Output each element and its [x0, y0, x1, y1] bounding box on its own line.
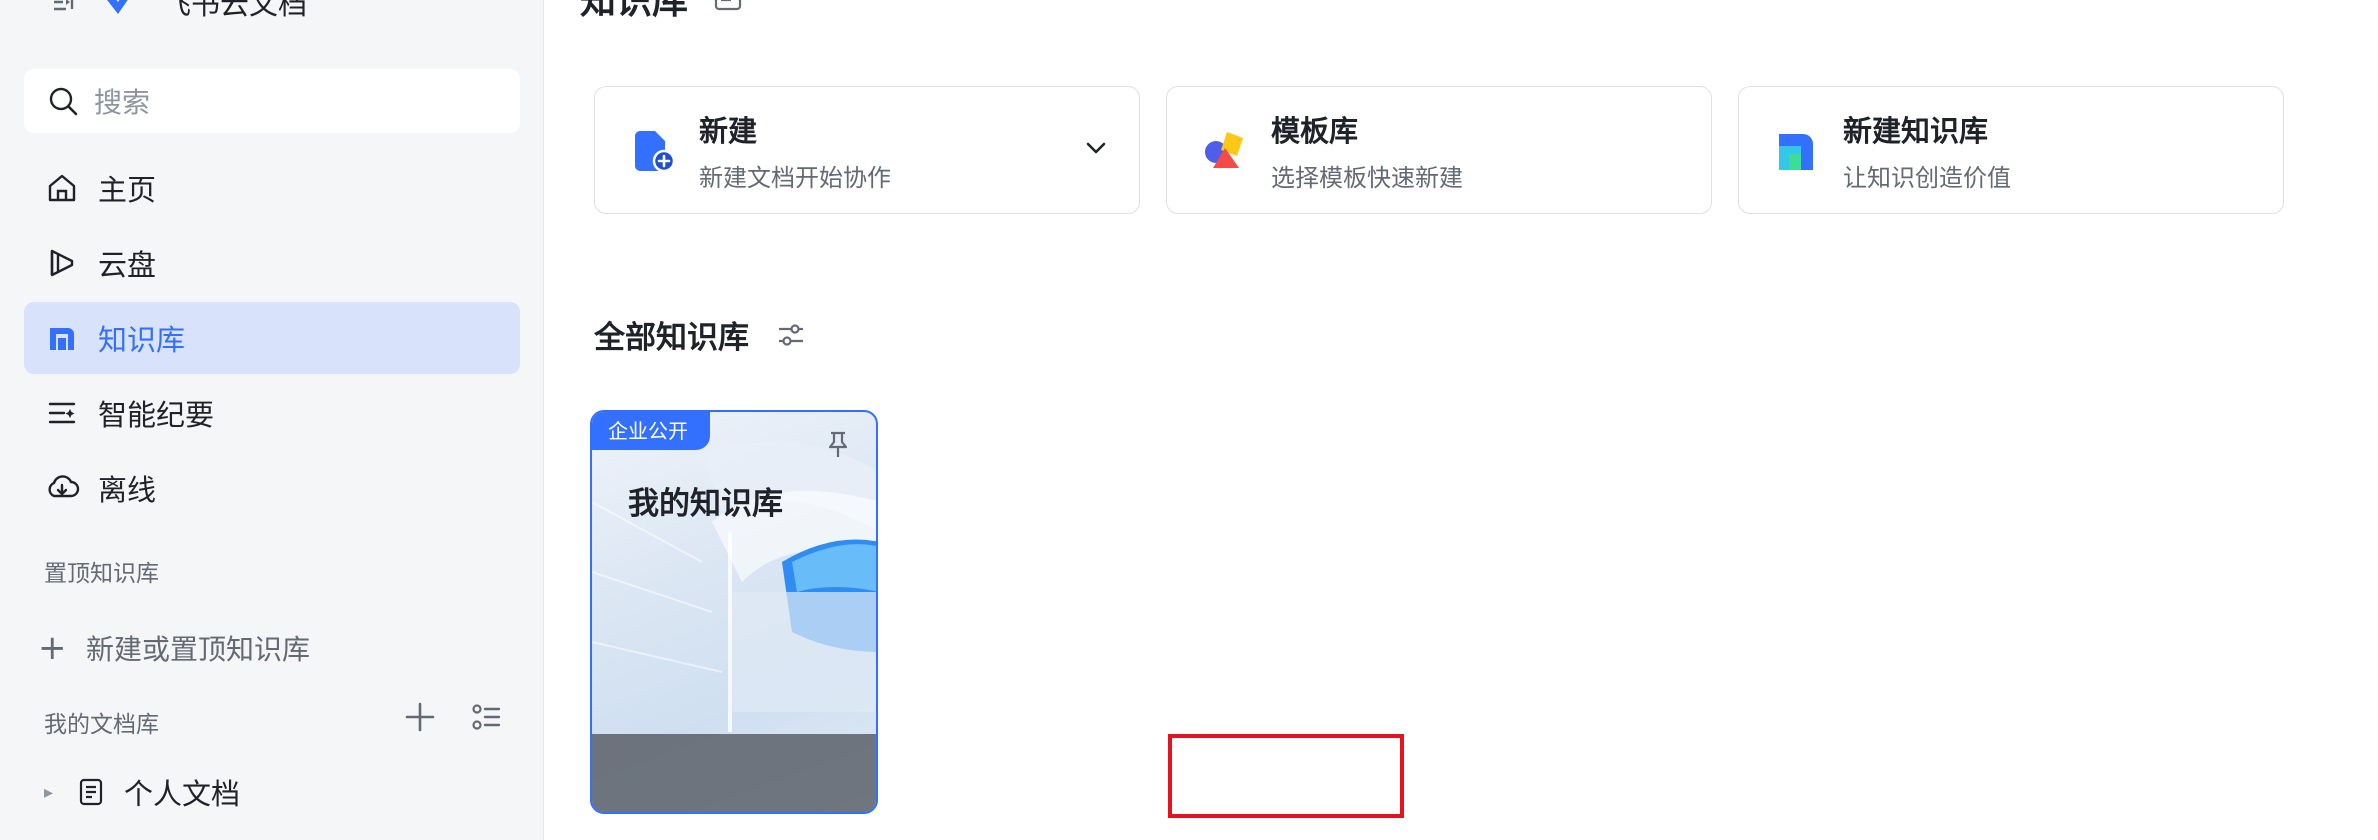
- pinned-section-title: 置顶知识库: [44, 561, 159, 587]
- card-text: 新建知识库 让知识创造价值: [1843, 108, 2011, 193]
- collapse-sidebar-icon[interactable]: [50, 0, 78, 16]
- page-title: 知识库: [580, 0, 744, 24]
- card-subtitle: 新建文档开始协作: [699, 163, 891, 192]
- smart-notes-icon: [48, 402, 76, 424]
- tree-item-personal-docs[interactable]: ▸ 个人文档: [44, 768, 240, 816]
- sidebar-item-knowledge-base[interactable]: 知识库: [24, 302, 520, 374]
- card-text: 模板库 选择模板快速新建: [1271, 108, 1463, 193]
- new-doc-card[interactable]: 新建 新建文档开始协作: [594, 86, 1140, 214]
- app-name: 飞书云文档: [162, 0, 308, 21]
- template-library-card[interactable]: 模板库 选择模板快速新建: [1166, 86, 1712, 214]
- app-logo-icon: [107, 0, 128, 14]
- card-title: 模板库: [1271, 113, 1359, 148]
- knowledge-base-card[interactable]: 企业公开 我的知识库: [590, 410, 878, 814]
- sidebar-item-smart-notes[interactable]: 智能纪要: [24, 377, 520, 449]
- new-knowledge-base-card[interactable]: 新建知识库 让知识创造价值: [1738, 86, 2284, 214]
- sidebar-item-label: 智能纪要: [98, 398, 215, 432]
- sidebar: 飞书云文档 搜索 主页 云盘 知识库 智能纪要 离线 置顶知识库 + 新建或置顶…: [0, 0, 544, 840]
- document-icon: [79, 778, 103, 806]
- search-icon: [49, 87, 78, 116]
- new-knowledge-base-icon: [1779, 134, 1813, 170]
- sidebar-item-cloud-drive[interactable]: 云盘: [24, 227, 520, 299]
- sidebar-item-label: 主页: [98, 173, 157, 207]
- cloud-drive-icon: [50, 249, 74, 277]
- all-knowledge-bases-title: 全部知识库: [594, 312, 807, 357]
- home-icon: [48, 174, 76, 202]
- sidebar-item-label: 知识库: [98, 323, 186, 357]
- page-title-text: 知识库: [580, 0, 689, 22]
- knowledge-base-icon: [50, 328, 74, 350]
- add-pinned-button[interactable]: + 新建或置顶知识库: [38, 624, 310, 672]
- sidebar-item-label: 离线: [98, 473, 157, 507]
- my-docs-actions: [403, 700, 503, 734]
- sidebar-item-label: 云盘: [98, 248, 157, 282]
- search-input[interactable]: 搜索: [24, 69, 520, 133]
- card-subtitle: 选择模板快速新建: [1271, 163, 1463, 192]
- my-docs-section-title: 我的文档库: [44, 712, 159, 738]
- offline-icon: [48, 475, 80, 498]
- template-library-icon: [1205, 132, 1243, 168]
- card-title: 新建知识库: [1843, 113, 1989, 148]
- expand-caret-icon[interactable]: ▸: [44, 782, 58, 803]
- card-subtitle: 让知识创造价值: [1843, 163, 2011, 192]
- visibility-badge: 企业公开: [592, 412, 710, 450]
- card-footer-overlay: [592, 734, 876, 812]
- card-text: 新建 新建文档开始协作: [699, 108, 891, 193]
- list-options-icon[interactable]: [469, 700, 503, 734]
- add-icon[interactable]: [403, 700, 437, 734]
- sidebar-item-home[interactable]: 主页: [24, 152, 520, 224]
- tree-item-label: 个人文档: [124, 777, 241, 811]
- settings-label: 知识库设置: [1244, 764, 1364, 793]
- notes-icon[interactable]: [712, 0, 744, 14]
- add-pinned-label: 新建或置顶知识库: [86, 633, 311, 666]
- knowledge-base-settings-button[interactable]: 知识库设置: [1168, 734, 1404, 818]
- card-title: 新建: [699, 113, 758, 148]
- plus-icon: +: [38, 628, 67, 668]
- section-title-text: 全部知识库: [594, 320, 749, 356]
- pin-icon[interactable]: [822, 428, 854, 460]
- search-placeholder: 搜索: [94, 86, 151, 119]
- main-content: 知识库 新建 新建文档开始协作 模板库 选择模板快速新建 新建知识库 让知识创造…: [544, 0, 2378, 840]
- sidebar-item-offline[interactable]: 离线: [24, 452, 520, 524]
- sidebar-header: 飞书云文档: [50, 0, 307, 26]
- knowledge-base-name: 我的知识库: [628, 486, 783, 522]
- filter-settings-icon[interactable]: [775, 319, 807, 351]
- new-doc-icon: [635, 131, 676, 173]
- chevron-down-icon[interactable]: [1081, 133, 1111, 163]
- gear-icon: [1210, 765, 1230, 787]
